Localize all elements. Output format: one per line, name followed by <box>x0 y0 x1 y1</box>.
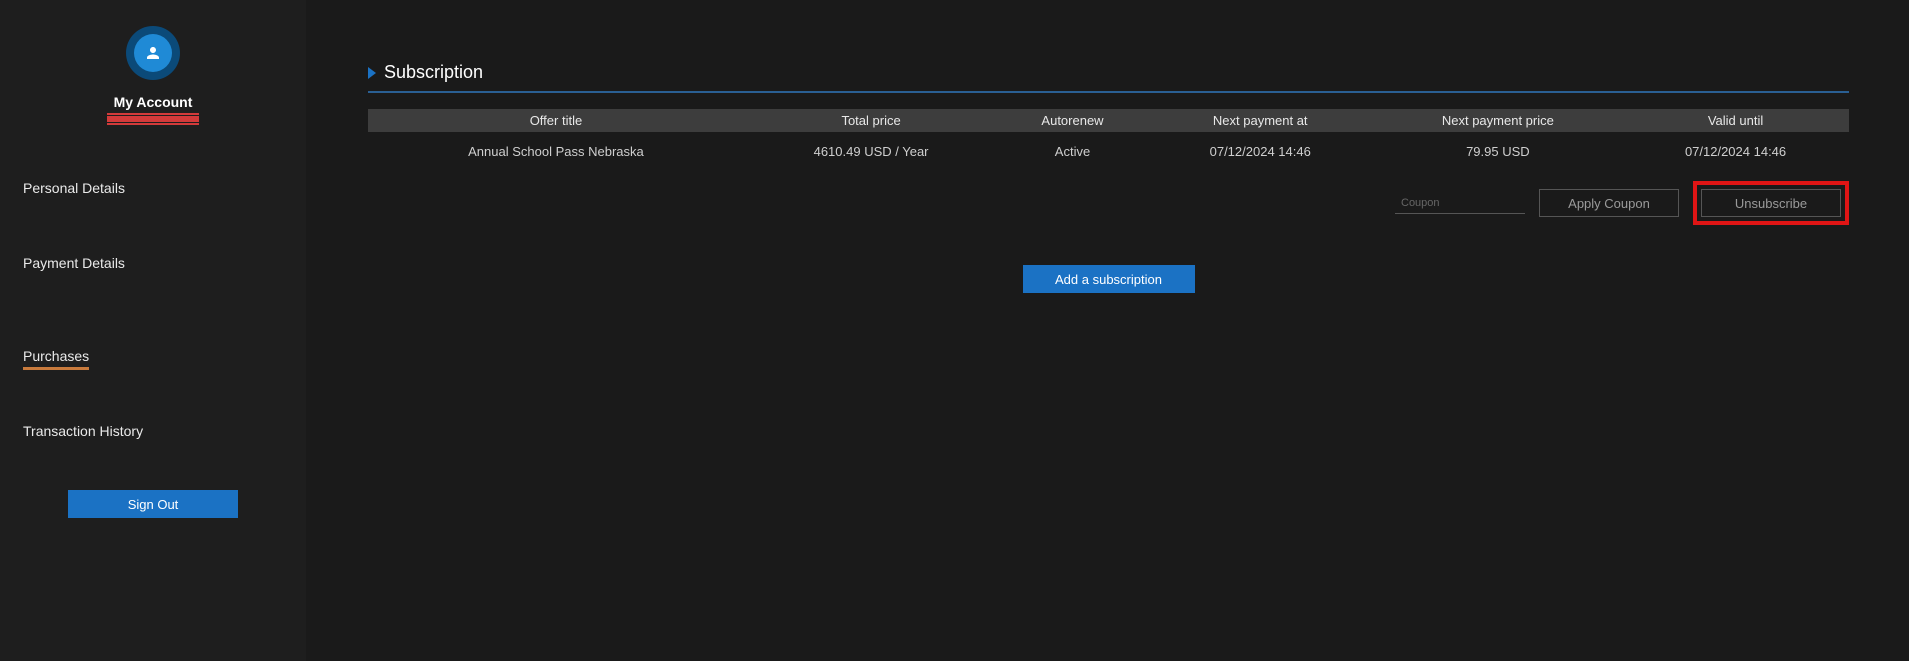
sidebar-item-transaction-history[interactable]: Transaction History <box>0 423 143 442</box>
add-subscription-button[interactable]: Add a subscription <box>1023 265 1195 293</box>
sidebar-nav: Personal Details Payment Details Purchas… <box>0 162 306 480</box>
user-icon <box>134 34 172 72</box>
col-autorenew: Autorenew <box>998 109 1147 132</box>
sidebar-item-payment-details[interactable]: Payment Details <box>0 255 125 274</box>
subscription-actions: Apply Coupon Unsubscribe <box>368 181 1849 225</box>
sign-out-button[interactable]: Sign Out <box>68 490 238 518</box>
unsubscribe-button[interactable]: Unsubscribe <box>1701 189 1841 217</box>
sidebar: My Account Personal Details Payment Deta… <box>0 0 306 661</box>
table-row: Annual School Pass Nebraska 4610.49 USD … <box>368 132 1849 171</box>
account-title: My Account <box>114 94 193 110</box>
col-offer-title: Offer title <box>368 109 744 132</box>
sidebar-item-purchases[interactable]: Purchases <box>23 330 89 370</box>
section-title: Subscription <box>384 62 483 83</box>
redacted-name <box>107 116 199 122</box>
cell-total-price: 4610.49 USD / Year <box>744 132 998 171</box>
main-content: Subscription Offer title Total price Aut… <box>306 0 1909 661</box>
apply-coupon-button[interactable]: Apply Coupon <box>1539 189 1679 217</box>
cell-valid-until: 07/12/2024 14:46 <box>1622 132 1849 171</box>
avatar <box>126 26 180 80</box>
coupon-input[interactable] <box>1395 193 1525 214</box>
section-divider <box>368 91 1849 93</box>
table-header-row: Offer title Total price Autorenew Next p… <box>368 109 1849 132</box>
cell-next-payment-price: 79.95 USD <box>1374 132 1622 171</box>
col-next-payment-price: Next payment price <box>1374 109 1622 132</box>
subscription-table: Offer title Total price Autorenew Next p… <box>368 109 1849 171</box>
unsubscribe-highlight: Unsubscribe <box>1693 181 1849 225</box>
section-header: Subscription <box>368 62 1849 83</box>
cell-offer-title: Annual School Pass Nebraska <box>368 132 744 171</box>
col-next-payment-at: Next payment at <box>1147 109 1374 132</box>
sidebar-item-personal-details[interactable]: Personal Details <box>0 180 125 199</box>
col-valid-until: Valid until <box>1622 109 1849 132</box>
cell-autorenew: Active <box>998 132 1147 171</box>
cell-next-payment-at: 07/12/2024 14:46 <box>1147 132 1374 171</box>
col-total-price: Total price <box>744 109 998 132</box>
caret-right-icon <box>368 67 376 79</box>
